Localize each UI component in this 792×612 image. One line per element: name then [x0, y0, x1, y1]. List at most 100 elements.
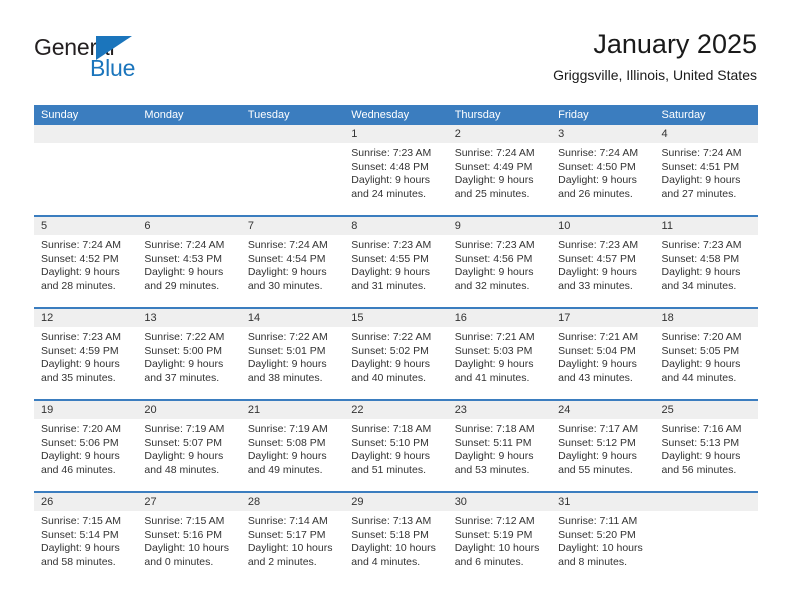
day-number: 19	[34, 401, 138, 419]
sunset-text: Sunset: 4:52 PM	[41, 252, 119, 265]
day-cell[interactable]: 18 Sunrise: 7:20 AM Sunset: 5:05 PM Dayl…	[654, 309, 758, 399]
day-cell[interactable]	[240, 125, 345, 215]
day-cell[interactable]: 1 Sunrise: 7:23 AM Sunset: 4:48 PM Dayli…	[344, 125, 448, 215]
day-cell[interactable]: 12 Sunrise: 7:23 AM Sunset: 4:59 PM Dayl…	[34, 309, 138, 399]
day-cell[interactable]: 17 Sunrise: 7:21 AM Sunset: 5:04 PM Dayl…	[551, 309, 655, 399]
daylight-line1: Daylight: 9 hours	[144, 266, 224, 278]
weekday-thursday: Thursday	[454, 109, 501, 121]
day-number	[240, 125, 345, 143]
daylight-line2: and 31 minutes.	[351, 279, 426, 292]
day-details: Sunrise: 7:12 AM Sunset: 5:19 PM Dayligh…	[448, 511, 551, 569]
sunrise-text: Sunrise: 7:22 AM	[247, 331, 328, 343]
daylight-line2: and 58 minutes.	[41, 555, 116, 568]
daylight-line2: and 2 minutes.	[247, 555, 317, 568]
day-number: 25	[654, 401, 758, 419]
day-cell[interactable]: 20 Sunrise: 7:19 AM Sunset: 5:07 PM Dayl…	[137, 401, 241, 491]
sunrise-text: Sunrise: 7:23 AM	[661, 239, 742, 251]
daylight-line2: and 49 minutes.	[247, 463, 323, 476]
sunset-text: Sunset: 5:14 PM	[41, 528, 119, 541]
sunrise-text: Sunrise: 7:24 AM	[661, 147, 742, 159]
daylight-line2: and 32 minutes.	[454, 279, 530, 292]
daylight-line1: Daylight: 9 hours	[558, 174, 637, 186]
day-number	[137, 125, 241, 143]
day-cell[interactable]: 13 Sunrise: 7:22 AM Sunset: 5:00 PM Dayl…	[137, 309, 241, 399]
daylight-line2: and 8 minutes.	[558, 555, 627, 568]
day-number: 18	[654, 309, 758, 327]
sunrise-text: Sunrise: 7:16 AM	[661, 423, 742, 435]
calendar-grid: Sunday Monday Tuesday Wednesday Thursday…	[34, 105, 758, 583]
page-header: General Blue January 2025 Griggsville, I…	[0, 0, 792, 100]
sunset-text: Sunset: 5:18 PM	[351, 528, 429, 541]
day-number: 14	[240, 309, 345, 327]
day-number: 9	[447, 217, 552, 235]
day-cell[interactable]: 24 Sunrise: 7:17 AM Sunset: 5:12 PM Dayl…	[551, 401, 655, 491]
daylight-line1: Daylight: 9 hours	[454, 358, 534, 370]
day-cell[interactable]: 30 Sunrise: 7:12 AM Sunset: 5:19 PM Dayl…	[447, 493, 552, 583]
day-cell[interactable]	[137, 125, 241, 215]
day-cell[interactable]: 4 Sunrise: 7:24 AM Sunset: 4:51 PM Dayli…	[654, 125, 758, 215]
day-details: Sunrise: 7:22 AM Sunset: 5:02 PM Dayligh…	[344, 327, 447, 385]
daylight-line1: Daylight: 9 hours	[41, 450, 120, 462]
day-number	[654, 493, 758, 511]
day-cell[interactable]: 22 Sunrise: 7:18 AM Sunset: 5:10 PM Dayl…	[344, 401, 448, 491]
sunset-text: Sunset: 5:19 PM	[454, 528, 533, 541]
day-cell[interactable]: 31 Sunrise: 7:11 AM Sunset: 5:20 PM Dayl…	[551, 493, 655, 583]
day-cell[interactable]: 15 Sunrise: 7:22 AM Sunset: 5:02 PM Dayl…	[344, 309, 448, 399]
day-cell[interactable]: 7 Sunrise: 7:24 AM Sunset: 4:54 PM Dayli…	[240, 217, 345, 307]
logo-text-blue: Blue	[90, 55, 136, 81]
daylight-line2: and 48 minutes.	[144, 463, 220, 476]
week-row: 1 Sunrise: 7:23 AM Sunset: 4:48 PM Dayli…	[34, 125, 758, 215]
daylight-line1: Daylight: 10 hours	[144, 542, 230, 554]
day-number: 8	[344, 217, 448, 235]
day-cell[interactable]: 19 Sunrise: 7:20 AM Sunset: 5:06 PM Dayl…	[34, 401, 138, 491]
week-row: 19 Sunrise: 7:20 AM Sunset: 5:06 PM Dayl…	[34, 399, 758, 491]
day-cell[interactable]: 9 Sunrise: 7:23 AM Sunset: 4:56 PM Dayli…	[447, 217, 552, 307]
day-cell[interactable]: 29 Sunrise: 7:13 AM Sunset: 5:18 PM Dayl…	[344, 493, 448, 583]
daylight-line1: Daylight: 9 hours	[247, 450, 327, 462]
day-number: 16	[447, 309, 552, 327]
day-details: Sunrise: 7:19 AM Sunset: 5:07 PM Dayligh…	[137, 419, 240, 477]
day-details: Sunrise: 7:23 AM Sunset: 4:55 PM Dayligh…	[344, 235, 447, 293]
day-cell[interactable]: 2 Sunrise: 7:24 AM Sunset: 4:49 PM Dayli…	[447, 125, 552, 215]
day-cell[interactable]: 3 Sunrise: 7:24 AM Sunset: 4:50 PM Dayli…	[551, 125, 655, 215]
daylight-line1: Daylight: 9 hours	[351, 450, 431, 462]
day-details: Sunrise: 7:24 AM Sunset: 4:53 PM Dayligh…	[137, 235, 240, 293]
day-details: Sunrise: 7:24 AM Sunset: 4:52 PM Dayligh…	[34, 235, 137, 293]
sunrise-text: Sunrise: 7:24 AM	[41, 239, 121, 251]
day-cell[interactable]: 23 Sunrise: 7:18 AM Sunset: 5:11 PM Dayl…	[447, 401, 552, 491]
day-cell[interactable]: 25 Sunrise: 7:16 AM Sunset: 5:13 PM Dayl…	[654, 401, 758, 491]
sunset-text: Sunset: 5:00 PM	[144, 344, 223, 357]
sunset-text: Sunset: 5:13 PM	[661, 436, 740, 449]
day-cell[interactable]: 27 Sunrise: 7:15 AM Sunset: 5:16 PM Dayl…	[137, 493, 241, 583]
day-number	[34, 125, 138, 143]
sunrise-text: Sunrise: 7:24 AM	[454, 147, 535, 159]
day-cell[interactable]: 11 Sunrise: 7:23 AM Sunset: 4:58 PM Dayl…	[654, 217, 758, 307]
day-cell[interactable]: 14 Sunrise: 7:22 AM Sunset: 5:01 PM Dayl…	[240, 309, 345, 399]
week-row: 5 Sunrise: 7:24 AM Sunset: 4:52 PM Dayli…	[34, 215, 758, 307]
weekday-sunday: Sunday	[41, 109, 79, 121]
daylight-line1: Daylight: 9 hours	[454, 450, 534, 462]
sunrise-text: Sunrise: 7:15 AM	[144, 515, 225, 527]
day-cell[interactable]	[654, 493, 758, 583]
daylight-line1: Daylight: 10 hours	[558, 542, 643, 554]
day-number: 7	[240, 217, 345, 235]
day-cell[interactable]: 5 Sunrise: 7:24 AM Sunset: 4:52 PM Dayli…	[34, 217, 138, 307]
week-row: 26 Sunrise: 7:15 AM Sunset: 5:14 PM Dayl…	[34, 491, 758, 583]
day-cell[interactable]: 8 Sunrise: 7:23 AM Sunset: 4:55 PM Dayli…	[344, 217, 448, 307]
sunrise-text: Sunrise: 7:24 AM	[144, 239, 225, 251]
day-number: 30	[447, 493, 552, 511]
day-cell[interactable]: 6 Sunrise: 7:24 AM Sunset: 4:53 PM Dayli…	[137, 217, 241, 307]
day-cell[interactable]: 16 Sunrise: 7:21 AM Sunset: 5:03 PM Dayl…	[447, 309, 552, 399]
day-cell[interactable]: 10 Sunrise: 7:23 AM Sunset: 4:57 PM Dayl…	[551, 217, 655, 307]
day-number: 13	[137, 309, 241, 327]
sunrise-text: Sunrise: 7:20 AM	[661, 331, 742, 343]
sunset-text: Sunset: 5:08 PM	[247, 436, 326, 449]
day-cell[interactable]	[34, 125, 138, 215]
day-cell[interactable]: 21 Sunrise: 7:19 AM Sunset: 5:08 PM Dayl…	[240, 401, 345, 491]
day-number: 24	[551, 401, 655, 419]
day-details: Sunrise: 7:18 AM Sunset: 5:10 PM Dayligh…	[344, 419, 447, 477]
day-cell[interactable]: 28 Sunrise: 7:14 AM Sunset: 5:17 PM Dayl…	[240, 493, 345, 583]
day-details: Sunrise: 7:24 AM Sunset: 4:51 PM Dayligh…	[655, 143, 758, 201]
day-cell[interactable]: 26 Sunrise: 7:15 AM Sunset: 5:14 PM Dayl…	[34, 493, 138, 583]
sunset-text: Sunset: 5:16 PM	[144, 528, 223, 541]
